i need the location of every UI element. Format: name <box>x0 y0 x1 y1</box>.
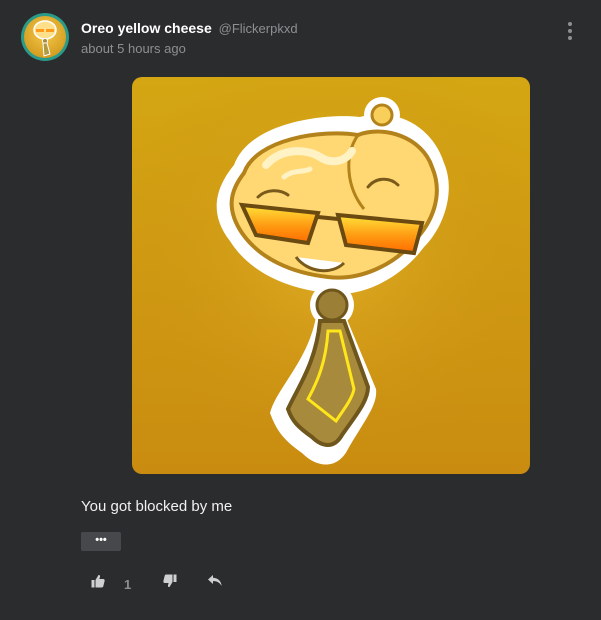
kebab-dot <box>568 22 572 26</box>
post-body-text: You got blocked by me <box>81 498 233 515</box>
post-header: Oreo yellow cheese @Flickerpkxd about 5 … <box>81 20 298 56</box>
author-display-name[interactable]: Oreo yellow cheese <box>81 20 212 36</box>
kebab-dot <box>568 36 572 40</box>
post-image[interactable] <box>132 77 530 474</box>
author-handle[interactable]: @Flickerpkxd <box>219 21 298 36</box>
thumbs-down-icon[interactable] <box>163 574 177 588</box>
thumbs-up-icon[interactable] <box>91 574 105 588</box>
kebab-menu-icon[interactable] <box>564 22 576 40</box>
avatar[interactable] <box>21 13 69 61</box>
avatar-image <box>24 16 66 58</box>
post-card: Oreo yellow cheese @Flickerpkxd about 5 … <box>0 0 601 620</box>
like-count: 1 <box>124 577 132 592</box>
reply-icon[interactable] <box>207 574 223 588</box>
author-row: Oreo yellow cheese @Flickerpkxd <box>81 20 298 36</box>
more-button[interactable]: ••• <box>81 532 121 551</box>
kebab-dot <box>568 29 572 33</box>
cookie-character-illustration <box>132 77 530 474</box>
post-timestamp[interactable]: about 5 hours ago <box>81 41 298 56</box>
